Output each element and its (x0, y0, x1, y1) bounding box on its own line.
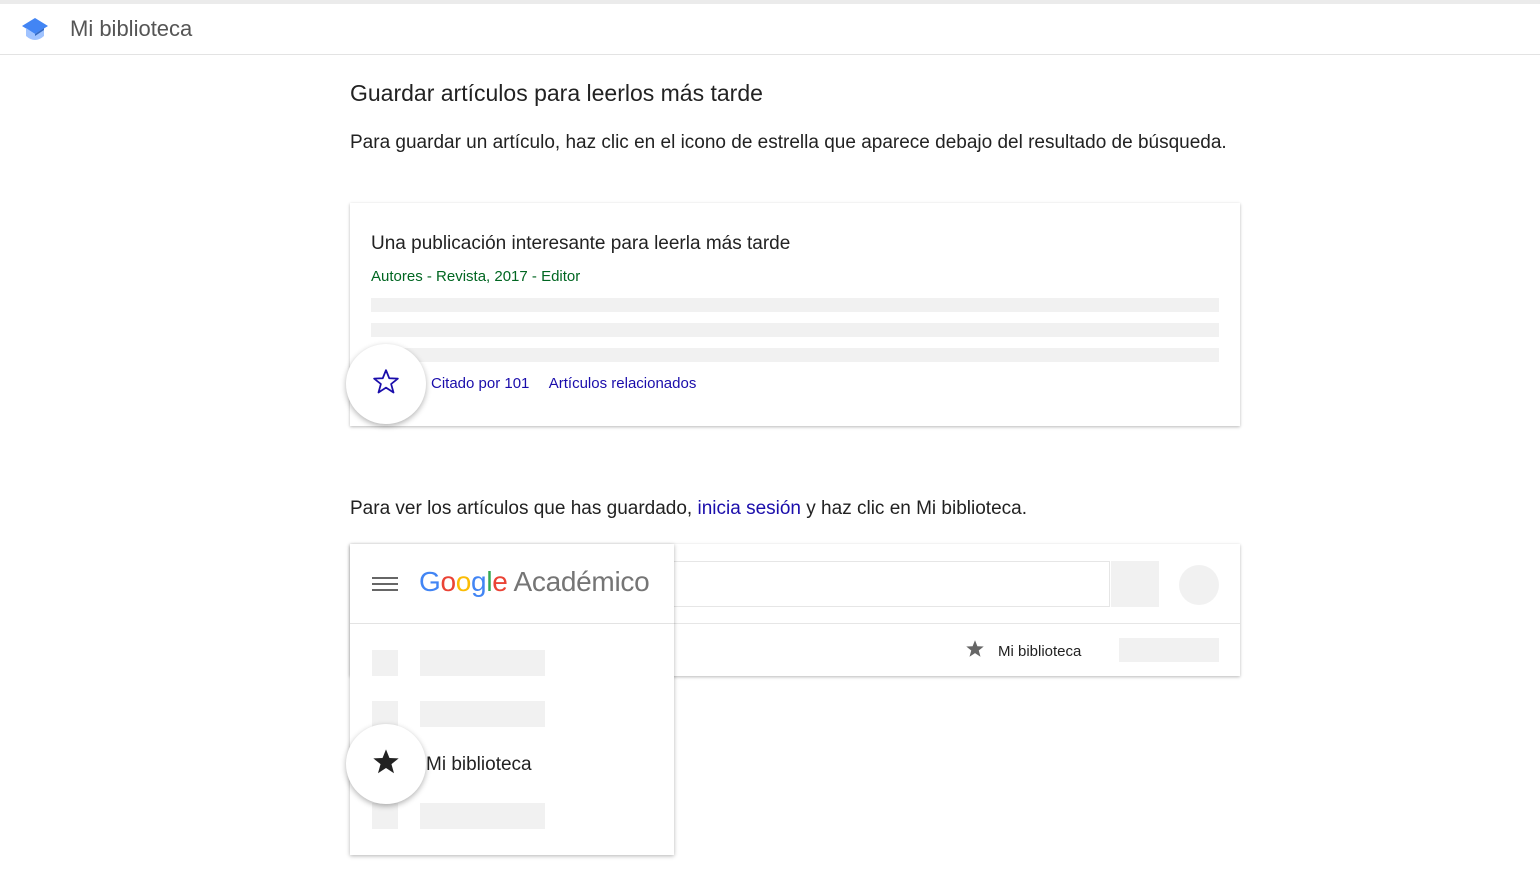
snippet-placeholder-line (371, 348, 1219, 362)
result-title[interactable]: Una publicación interesante para leerla … (371, 231, 790, 257)
example-result-card: Una publicación interesante para leerla … (350, 203, 1240, 426)
brand-letter: g (471, 566, 487, 597)
save-instruction: Para guardar un artículo, haz clic en el… (350, 132, 1227, 153)
related-articles-link[interactable]: Artículos relacionados (549, 375, 697, 392)
divider (674, 623, 1240, 624)
star-filled-icon (370, 746, 402, 783)
brand-letter: e (492, 566, 508, 597)
search-input-placeholder (674, 561, 1110, 607)
hamburger-menu-icon[interactable] (372, 574, 398, 594)
view-instruction: Para ver los artículos que has guardado,… (350, 496, 1027, 522)
my-library-link[interactable]: Mi biblioteca (964, 638, 1081, 665)
save-star-button[interactable] (346, 344, 426, 424)
brand-letter: G (419, 566, 441, 597)
drawer-icon-placeholder (372, 803, 398, 829)
view-instruction-after: y haz clic en Mi biblioteca. (806, 498, 1027, 519)
sign-in-link[interactable]: inicia sesión (698, 498, 802, 519)
brand-product-name: Académico (513, 566, 650, 597)
view-instruction-before: Para ver los artículos que has guardado, (350, 498, 693, 519)
my-library-label: Mi biblioteca (998, 642, 1082, 660)
menu-placeholder (1119, 638, 1219, 662)
brand-logo: Google Académico (419, 564, 650, 600)
page-title: Mi biblioteca (70, 16, 193, 41)
graduation-cap-icon[interactable] (20, 16, 50, 44)
section-heading: Guardar artículos para leerlos más tarde (350, 80, 763, 106)
drawer-item-placeholder (420, 701, 545, 727)
header: Mi biblioteca (0, 4, 1540, 55)
drawer-item-placeholder (420, 650, 545, 676)
example-drawer: Google Académico Mi biblioteca (350, 544, 674, 855)
drawer-my-library-label[interactable]: Mi biblioteca (426, 752, 532, 778)
drawer-my-library-star-button[interactable] (346, 724, 426, 804)
brand-letter: o (455, 566, 472, 597)
drawer-item-placeholder (420, 803, 545, 829)
search-button-placeholder (1111, 561, 1159, 607)
brand-letter: o (440, 566, 456, 597)
drawer-icon-placeholder (372, 650, 398, 676)
snippet-placeholder-line (371, 298, 1219, 312)
result-links: Citado por 101 Artículos relacionados (431, 374, 712, 394)
star-outline-icon (371, 367, 401, 402)
avatar (1179, 565, 1219, 605)
cited-by-link[interactable]: Citado por 101 (431, 375, 529, 392)
snippet-placeholder-line (371, 323, 1219, 337)
result-meta: Autores - Revista, 2017 - Editor (371, 268, 581, 285)
star-filled-icon (964, 638, 986, 665)
drawer-header: Google Académico (350, 544, 674, 624)
